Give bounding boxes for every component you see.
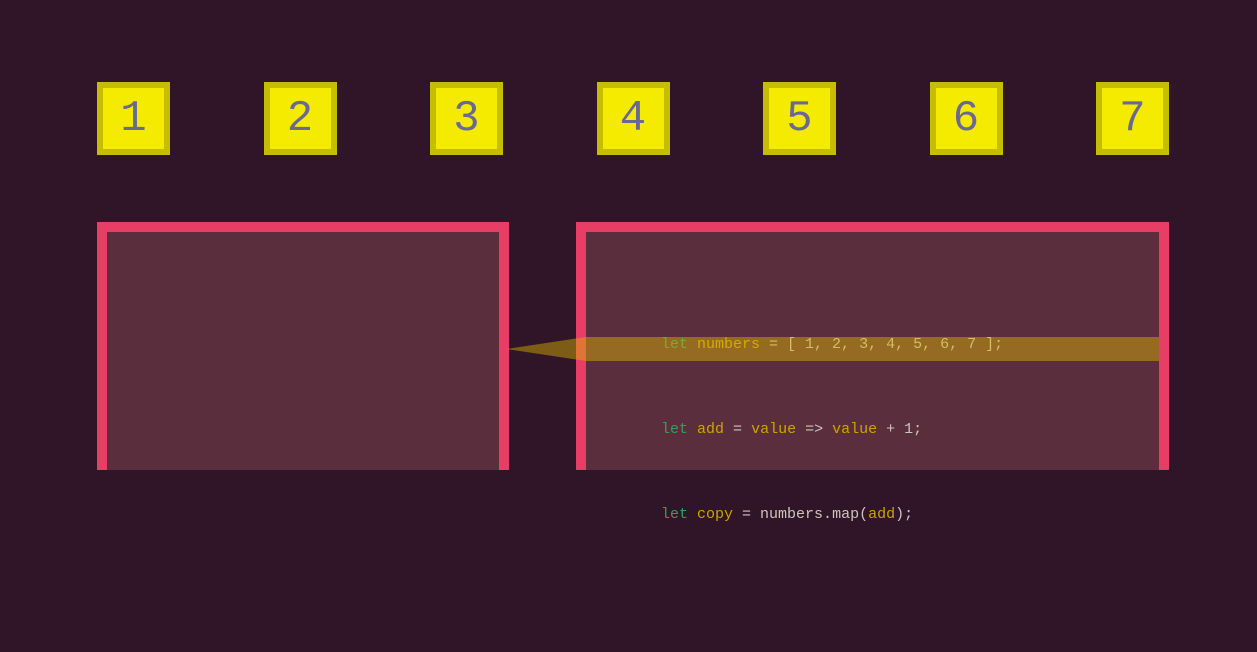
number-box-2: 2 (264, 82, 337, 155)
number-box-4: 4 (597, 82, 670, 155)
output-panel (97, 222, 509, 470)
number-label: 6 (953, 94, 979, 144)
number-label: 5 (786, 94, 812, 144)
number-label: 4 (620, 94, 646, 144)
number-label: 1 (120, 94, 146, 144)
code-line-2: let add = value => value + 1; (661, 419, 1003, 440)
code-line-3: let copy = numbers.map(add); (661, 504, 1003, 525)
code-text: = [ 1, 2, 3, 4, 5, 6, 7 ]; (760, 336, 1003, 353)
number-box-6: 6 (930, 82, 1003, 155)
highlight-connector (506, 337, 586, 361)
code-text: = numbers.map( (733, 506, 868, 523)
code-text: = (724, 421, 751, 438)
number-box-1: 1 (97, 82, 170, 155)
identifier: numbers (697, 336, 760, 353)
number-box-7: 7 (1096, 82, 1169, 155)
arrow: => (796, 421, 832, 438)
identifier: copy (697, 506, 733, 523)
numbers-row: 1 2 3 4 5 6 7 (97, 82, 1169, 155)
fn-ref: add (868, 506, 895, 523)
code-text: + 1; (877, 421, 922, 438)
number-box-5: 5 (763, 82, 836, 155)
param: value (832, 421, 877, 438)
keyword-let: let (661, 506, 688, 523)
code-line-1: let numbers = [ 1, 2, 3, 4, 5, 6, 7 ]; (661, 334, 1003, 355)
number-box-3: 3 (430, 82, 503, 155)
param: value (751, 421, 796, 438)
code-text: ); (895, 506, 913, 523)
identifier: add (697, 421, 724, 438)
number-label: 3 (453, 94, 479, 144)
number-label: 2 (287, 94, 313, 144)
code-block: let numbers = [ 1, 2, 3, 4, 5, 6, 7 ]; l… (661, 292, 1003, 589)
number-label: 7 (1119, 94, 1145, 144)
code-panel: let numbers = [ 1, 2, 3, 4, 5, 6, 7 ]; l… (576, 222, 1169, 470)
keyword-let: let (661, 421, 688, 438)
keyword-let: let (661, 336, 688, 353)
